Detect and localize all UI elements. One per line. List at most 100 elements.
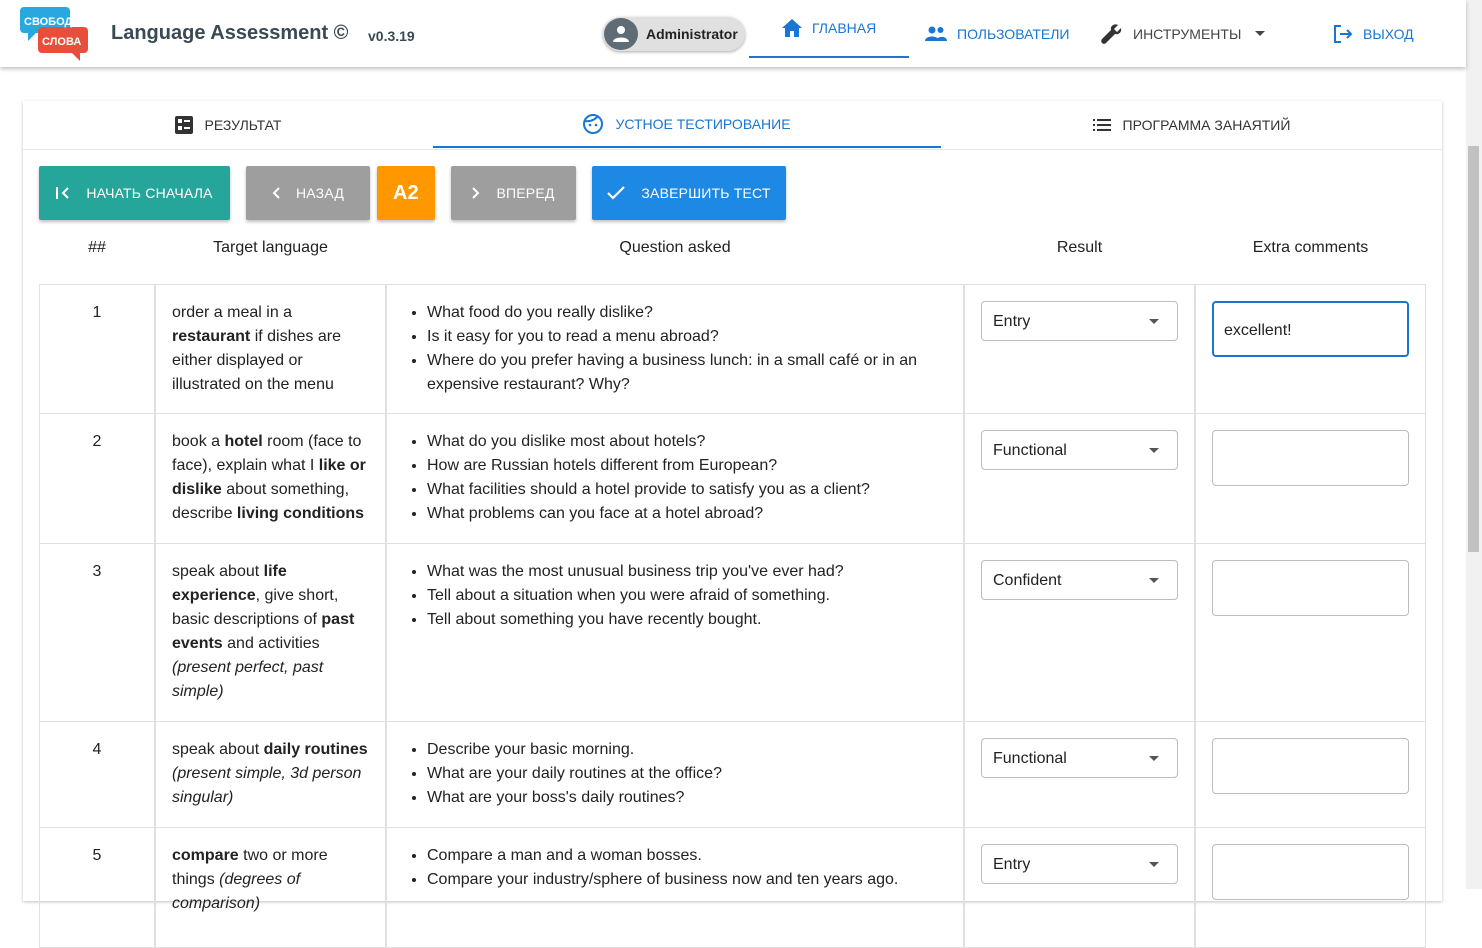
nav-users[interactable]: ПОЛЬЗОВАТЕЛИ [925,0,1069,67]
nav-logout[interactable]: ВЫХОД [1333,0,1414,67]
result-cell: Confident [965,544,1196,721]
table-row: 5 compare two or more things (degrees of … [39,828,1426,948]
nav-home-label: ГЛАВНАЯ [812,20,877,36]
chevron-down-icon [1255,31,1266,36]
tab-oral-label: УСТНОЕ ТЕСТИРОВАНИЕ [615,115,791,132]
table-row: 1 order a meal in a restaurant if dishes … [39,284,1426,414]
questions-cell: Compare a man and a woman bosses.Compare… [387,828,965,947]
question-item: What was the most unusual business trip … [427,560,943,584]
result-select[interactable]: Entry [981,844,1178,884]
questions-list: What was the most unusual business trip … [427,560,943,632]
next-button[interactable]: ВПЕРЕД [451,166,576,220]
comments-cell [1196,544,1427,721]
questions-list: What do you dislike most about hotels?Ho… [427,430,943,526]
app-title: Language Assessment © [111,22,349,44]
list-icon [1092,118,1111,131]
row-number: 3 [40,544,156,721]
nav-logout-label: ВЫХОД [1363,25,1414,42]
result-cell: Entry [965,828,1196,947]
extra-comment-field[interactable] [1212,560,1409,616]
user-name: Administrator [646,26,738,42]
user-chip[interactable]: Administrator [603,17,745,51]
header-comments: Extra comments [1252,239,1369,256]
result-select[interactable]: Functional [981,738,1178,778]
question-item: Tell about something you have recently b… [427,608,943,632]
result-select-value: Entry [993,313,1031,330]
table-row: 3 speak about life experience, give short… [39,544,1426,722]
comments-cell [1196,722,1427,827]
question-item: What food do you really dislike? [427,301,943,325]
nav-users-label: ПОЛЬЗОВАТЕЛИ [957,25,1070,42]
questions-list: Describe your basic morning.What are you… [427,738,943,810]
question-item: What do you dislike most about hotels? [427,430,943,454]
question-item: What are your daily routines at the offi… [427,762,943,786]
finish-test-button[interactable]: ЗАВЕРШИТЬ ТЕСТ [592,166,786,220]
back-button[interactable]: НАЗАД [246,166,370,220]
question-item: Compare a man and a woman bosses. [427,844,943,868]
target-language-cell: speak about life experience, give short,… [156,544,387,721]
result-select[interactable]: Entry [981,301,1178,341]
result-select[interactable]: Functional [981,430,1178,470]
scrollbar-thumb[interactable] [1468,146,1479,552]
logout-icon [1334,24,1353,43]
next-label: ВПЕРЕД [496,185,555,201]
app-version: v0.3.19 [368,28,415,44]
questions-list: What food do you really dislike?Is it ea… [427,301,943,397]
header-question: Question asked [619,239,731,256]
question-item: Is it easy for you to read a menu abroad… [427,325,943,349]
list-checks-icon [174,115,193,134]
logo[interactable]: СВОБОДА СЛОВА [20,5,90,63]
nav-tools-dropdown[interactable]: ИНСТРУМЕНТЫ [1101,0,1266,67]
target-language-cell: order a meal in a restaurant if dishes a… [156,285,387,413]
chevron-left-icon [272,187,280,199]
logo-text-1: СВОБОДА [24,16,80,28]
row-number: 5 [40,828,156,947]
row-number: 1 [40,285,156,413]
app-header: СВОБОДА СЛОВА Language Assessment © v0.3… [0,0,1466,67]
result-cell: Functional [965,414,1196,543]
result-cell: Functional [965,722,1196,827]
tab-oral-test[interactable]: УСТНОЕ ТЕСТИРОВАНИЕ [433,101,941,148]
comments-cell [1196,414,1427,543]
check-icon [607,186,626,200]
questions-cell: What food do you really dislike?Is it ea… [387,285,965,413]
extra-comment-field[interactable] [1212,738,1409,794]
question-item: How are Russian hotels different from Eu… [427,454,943,478]
result-select-value: Functional [993,750,1067,767]
tab-program-label: ПРОГРАММА ЗАНАЯТИЙ [1122,116,1291,133]
table-row: 2 book a hotel room (face to face), expla… [39,414,1426,544]
caret-down-icon [1149,578,1159,583]
level-badge[interactable]: A2 [377,166,435,220]
question-item: Describe your basic morning. [427,738,943,762]
page-scrollbar[interactable] [1466,0,1482,889]
target-language-cell: compare two or more things (degrees of c… [156,828,387,947]
extra-comment-field[interactable]: excellent! [1212,301,1409,357]
header-num: ## [88,239,106,256]
finish-label: ЗАВЕРШИТЬ ТЕСТ [641,185,771,201]
users-icon [925,26,947,41]
result-cell: Entry [965,285,1196,413]
result-select[interactable]: Confident [981,560,1178,600]
restart-button[interactable]: НАЧАТЬ СНАЧАЛА [39,166,230,220]
question-item: Tell about a situation when you were afr… [427,584,943,608]
assessment-card: РЕЗУЛЬТАТ УСТНОЕ ТЕСТИРОВАНИЕ ПРОГРАММА … [23,101,1442,948]
user-avatar-icon [604,18,638,50]
tab-program[interactable]: ПРОГРАММА ЗАНАЯТИЙ [941,101,1442,148]
nav-home[interactable]: ГЛАВНАЯ [749,0,909,58]
nav-tools-label: ИНСТРУМЕНТЫ [1133,25,1242,42]
question-item: What are your boss's daily routines? [427,786,943,810]
question-item: Compare your industry/sphere of business… [427,868,943,892]
extra-comment-field[interactable] [1212,430,1409,486]
tab-result[interactable]: РЕЗУЛЬТАТ [23,101,433,148]
caret-down-icon [1149,862,1159,867]
caret-down-icon [1149,448,1159,453]
restart-label: НАЧАТЬ СНАЧАЛА [86,185,213,201]
extra-comment-field[interactable] [1212,844,1409,900]
face-icon [583,113,604,134]
questions-cell: What was the most unusual business trip … [387,544,965,721]
row-number: 4 [40,722,156,827]
target-language-cell: speak about daily routines (present simp… [156,722,387,827]
question-item: Where do you prefer having a business lu… [427,349,943,397]
result-select-value: Entry [993,856,1031,873]
comments-cell [1196,828,1427,947]
